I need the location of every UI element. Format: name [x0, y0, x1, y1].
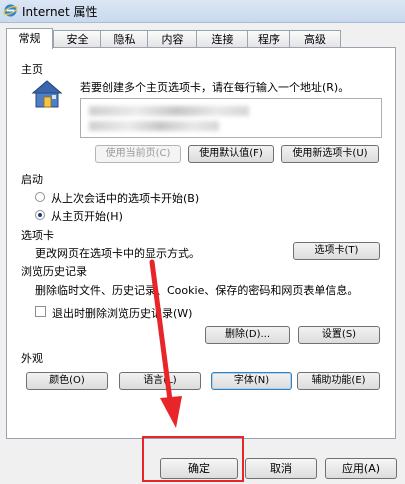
tab-programs[interactable]: 程序	[247, 30, 291, 48]
startup-section-title: 启动	[21, 173, 43, 186]
blurred-url-line	[89, 106, 249, 116]
radio-last-session[interactable]	[35, 192, 45, 202]
tab-advanced[interactable]: 高级	[289, 30, 341, 48]
homepage-url-textarea[interactable]	[80, 98, 382, 138]
radio-homepage[interactable]	[35, 210, 45, 220]
delete-on-exit-checkbox[interactable]	[35, 306, 46, 317]
homepage-section-title: 主页	[21, 63, 43, 76]
history-description: 删除临时文件、历史记录、Cookie、保存的密码和网页表单信息。	[35, 284, 359, 297]
delete-on-exit-label[interactable]: 退出时删除浏览历史记录(W)	[52, 305, 192, 321]
use-new-tab-button[interactable]: 使用新选项卡(U)	[281, 145, 379, 163]
languages-button[interactable]: 语言(L)	[119, 372, 201, 390]
tab-connections[interactable]: 连接	[196, 30, 249, 48]
delete-history-button[interactable]: 删除(D)...	[205, 326, 290, 344]
tabs-description: 更改网页在选项卡中的显示方式。	[35, 247, 200, 260]
radio-last-session-label[interactable]: 从上次会话中的选项卡开始(B)	[51, 190, 199, 206]
homepage-instruction: 若要创建多个主页选项卡，请在每行输入一个地址(R)。	[80, 81, 350, 94]
use-current-button[interactable]: 使用当前页(C)	[95, 145, 181, 163]
tabs-settings-button[interactable]: 选项卡(T)	[293, 242, 380, 260]
tab-general[interactable]: 常规	[6, 28, 53, 49]
fonts-button[interactable]: 字体(N)	[211, 372, 292, 390]
accessibility-button[interactable]: 辅助功能(E)	[297, 372, 380, 390]
internet-explorer-icon	[3, 4, 18, 17]
radio-homepage-label[interactable]: 从主页开始(H)	[51, 208, 123, 224]
ok-button[interactable]: 确定	[160, 458, 238, 479]
house-icon	[31, 80, 63, 108]
window-title: Internet 属性	[22, 5, 98, 19]
cancel-button[interactable]: 取消	[245, 458, 317, 479]
general-tab-panel: 主页 若要创建多个主页选项卡，请在每行输入一个地址(R)。 使用当前页(C) 使…	[6, 47, 396, 439]
tab-content[interactable]: 内容	[147, 30, 198, 48]
title-bar: Internet 属性	[0, 0, 405, 23]
history-settings-button[interactable]: 设置(S)	[298, 326, 380, 344]
appearance-section-title: 外观	[21, 352, 43, 365]
history-section-title: 浏览历史记录	[21, 265, 87, 278]
tabs-section-title: 选项卡	[21, 229, 54, 242]
use-default-button[interactable]: 使用默认值(F)	[188, 145, 274, 163]
colors-button[interactable]: 颜色(O)	[26, 372, 108, 390]
tab-security[interactable]: 安全	[53, 30, 102, 48]
blurred-url-line	[89, 121, 219, 131]
apply-button[interactable]: 应用(A)	[325, 458, 397, 479]
tab-privacy[interactable]: 隐私	[100, 30, 149, 48]
